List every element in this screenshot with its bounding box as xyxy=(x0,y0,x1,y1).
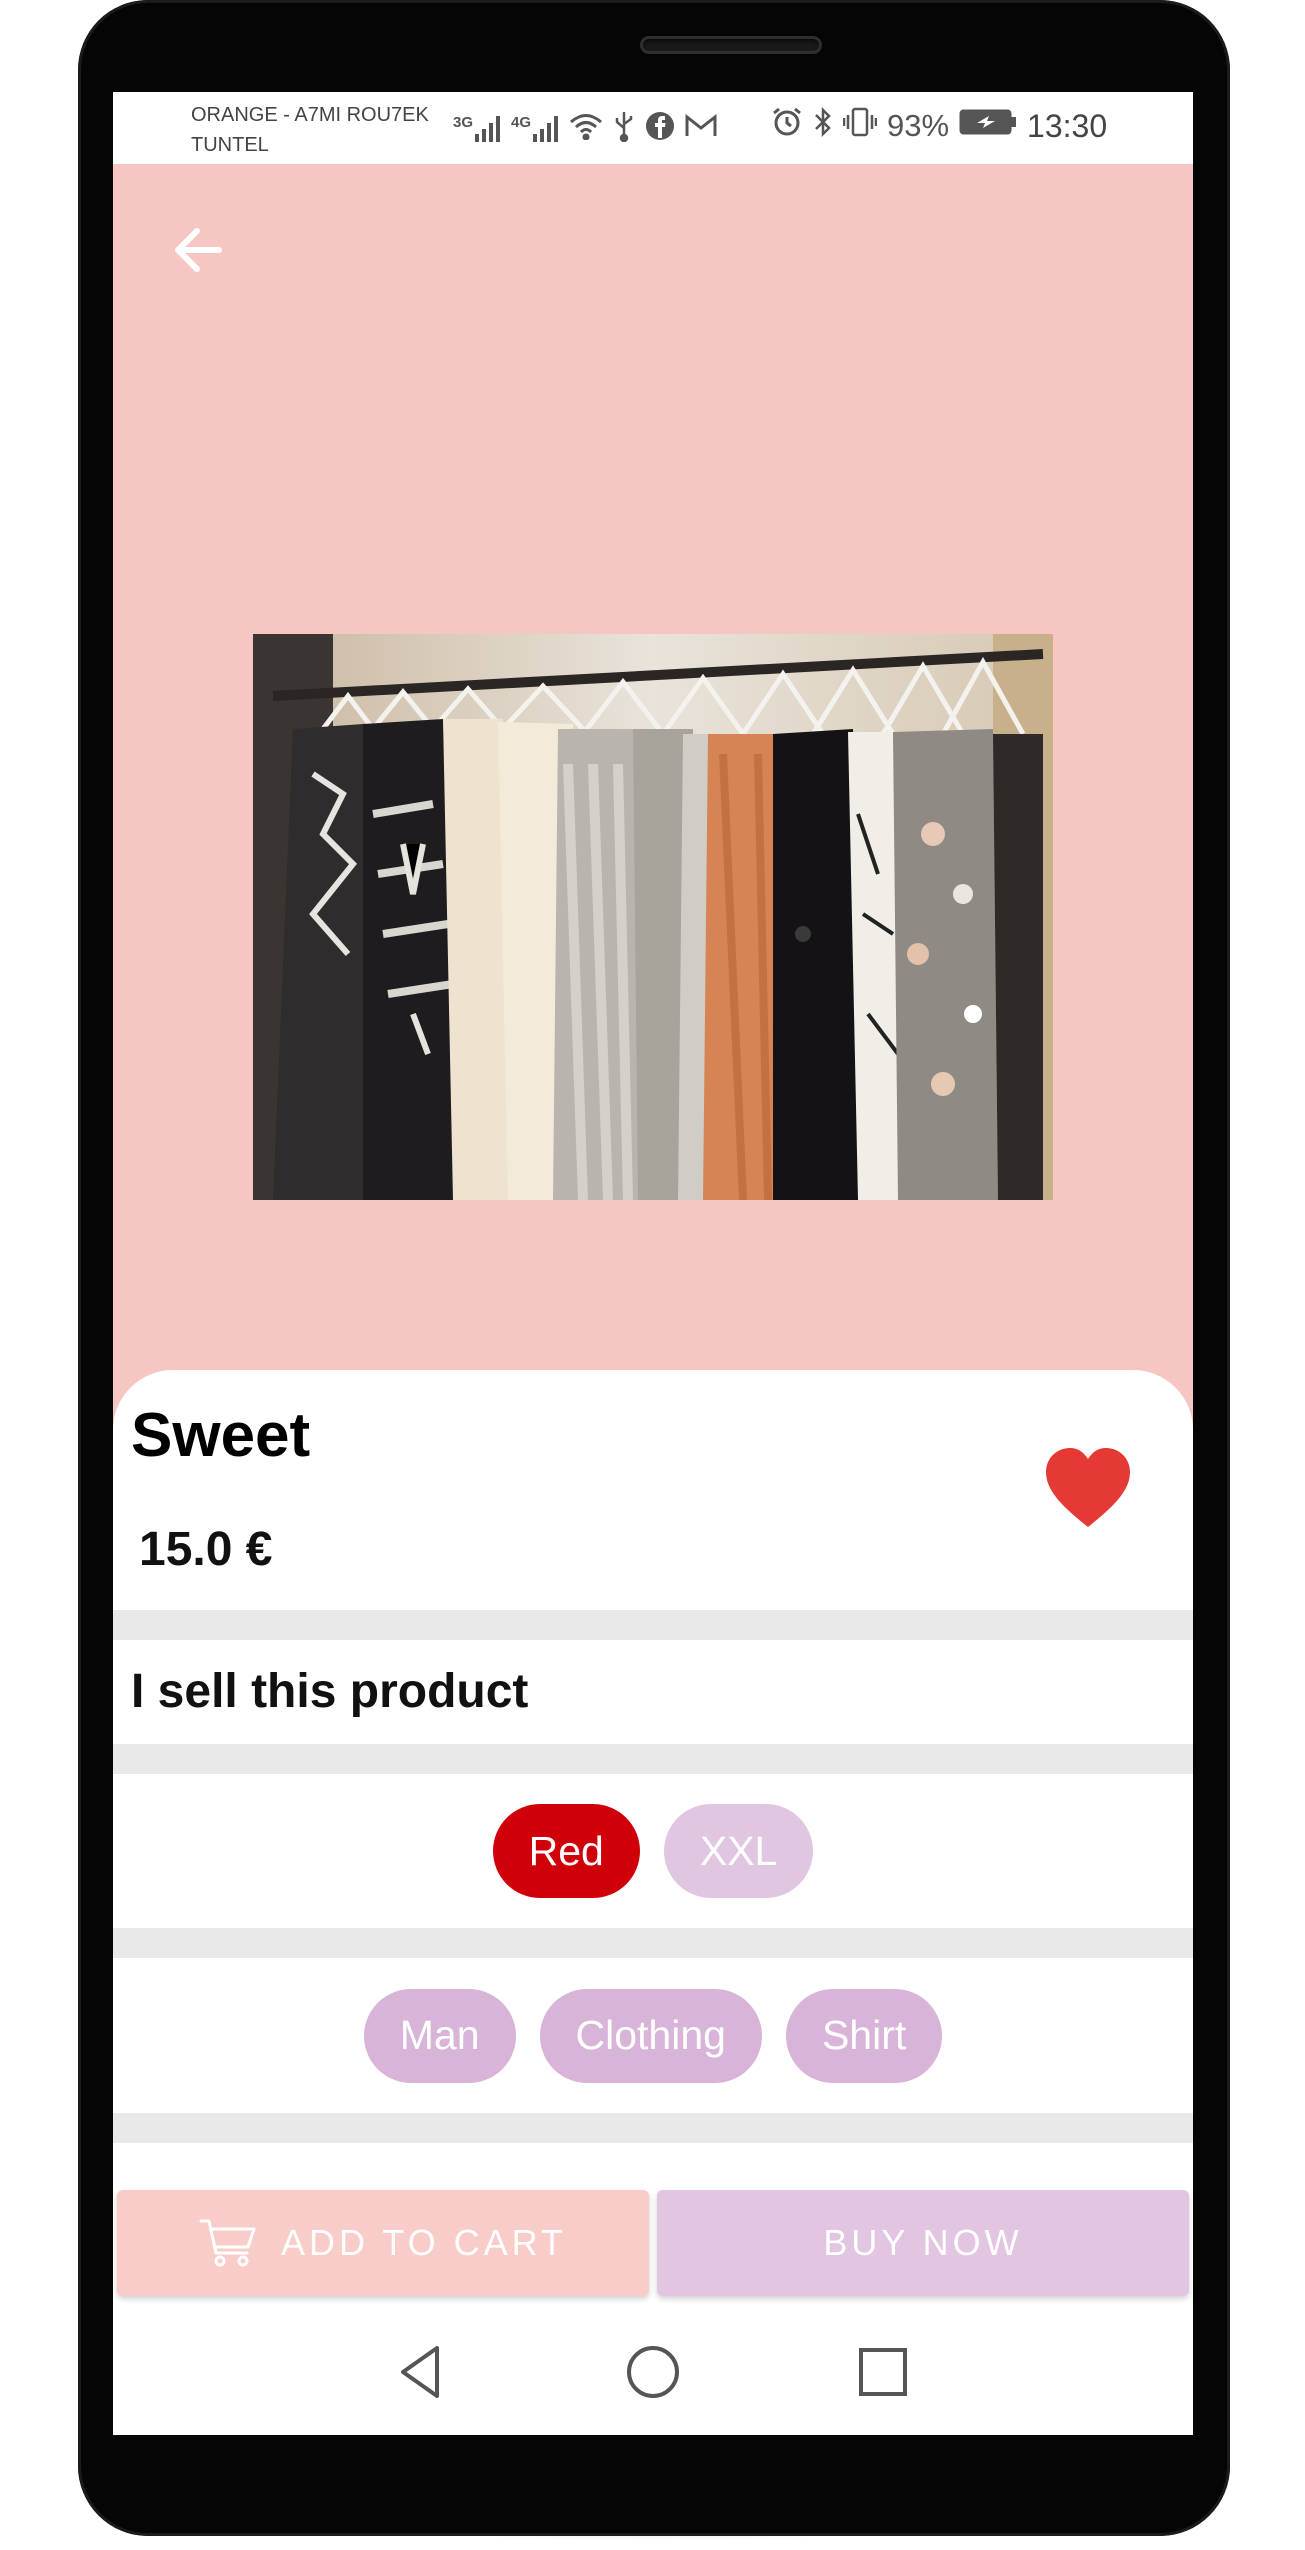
system-navigation-bar xyxy=(113,2312,1193,2435)
product-description: I sell this product xyxy=(131,1665,529,1718)
vibrate-icon xyxy=(842,106,878,146)
chip-category-man[interactable]: Man xyxy=(363,1988,516,2083)
heart-icon xyxy=(1046,1448,1130,1527)
buy-now-button[interactable]: BUY NOW xyxy=(657,2190,1189,2296)
nav-home-button[interactable] xyxy=(621,2340,685,2404)
square-recents-icon xyxy=(859,2348,907,2396)
status-bar: ORANGE - A7MI ROU7EK TUNTEL 3G 4G 93% 13… xyxy=(113,92,1193,164)
battery-icon xyxy=(959,108,1017,144)
clock: 13:30 xyxy=(1027,107,1108,144)
chip-category-clothing[interactable]: Clothing xyxy=(539,1988,762,2083)
add-to-cart-button[interactable]: ADD TO CART xyxy=(117,2190,649,2296)
alarm-icon xyxy=(771,106,803,146)
bluetooth-icon xyxy=(813,106,833,146)
chip-category-shirt[interactable]: Shirt xyxy=(785,1988,943,2083)
status-icons-right: 93% 13:30 xyxy=(771,106,1107,146)
chip-label: XXL xyxy=(699,1827,778,1874)
back-button[interactable] xyxy=(163,214,235,286)
description-card: I sell this product xyxy=(113,1640,1193,1744)
carrier-line-2: TUNTEL xyxy=(191,134,269,156)
favorite-button[interactable] xyxy=(1043,1445,1133,1531)
signal-4g-icon: 4G xyxy=(511,114,559,142)
chip-label: Man xyxy=(399,2012,480,2058)
product-price: 15.0 € xyxy=(139,1523,273,1576)
attribute-chips: Red XXL xyxy=(113,1774,1193,1928)
circle-home-icon xyxy=(627,2346,679,2398)
carrier-line-1: ORANGE - A7MI ROU7EK xyxy=(191,104,429,126)
earpiece-speaker xyxy=(640,36,822,54)
triangle-back-icon xyxy=(401,2346,439,2398)
categories-card: Man Clothing Shirt xyxy=(113,1958,1193,2113)
chip-color-red[interactable]: Red xyxy=(492,1804,640,1898)
usb-icon xyxy=(613,110,635,147)
chip-label: Clothing xyxy=(575,2012,726,2058)
app-screen: ORANGE - A7MI ROU7EK TUNTEL 3G 4G 93% 13… xyxy=(113,92,1193,2435)
nav-back-button[interactable] xyxy=(389,2340,453,2404)
chip-size-xxl[interactable]: XXL xyxy=(663,1804,814,1898)
chip-label: Red xyxy=(528,1827,604,1874)
product-photo xyxy=(253,634,1053,1200)
attributes-card: Red XXL xyxy=(113,1774,1193,1928)
chip-label: Shirt xyxy=(821,2012,907,2058)
nav-recents-button[interactable] xyxy=(851,2340,915,2404)
buy-now-label: BUY NOW xyxy=(823,2222,1023,2263)
cart-icon xyxy=(199,2219,256,2267)
wifi-icon xyxy=(569,112,603,145)
battery-percent: 93% xyxy=(887,108,950,143)
facebook-icon xyxy=(645,111,675,146)
product-title: Sweet xyxy=(131,1401,311,1470)
category-chips: Man Clothing Shirt xyxy=(113,1958,1193,2113)
arrow-left-icon xyxy=(175,228,222,272)
signal-3g-icon: 3G xyxy=(453,114,501,142)
add-to-cart-label: ADD TO CART xyxy=(280,2222,568,2263)
status-icons-left: 3G 4G xyxy=(453,110,717,146)
gmail-icon xyxy=(685,113,717,143)
product-image-carousel[interactable] xyxy=(113,164,1193,1464)
title-price-card: Sweet 15.0 € xyxy=(113,1370,1193,1610)
carrier-name: ORANGE - A7MI ROU7EK TUNTEL xyxy=(191,100,429,160)
network-type-label: 3G xyxy=(453,114,474,131)
network-type-label-2: 4G xyxy=(511,114,532,131)
